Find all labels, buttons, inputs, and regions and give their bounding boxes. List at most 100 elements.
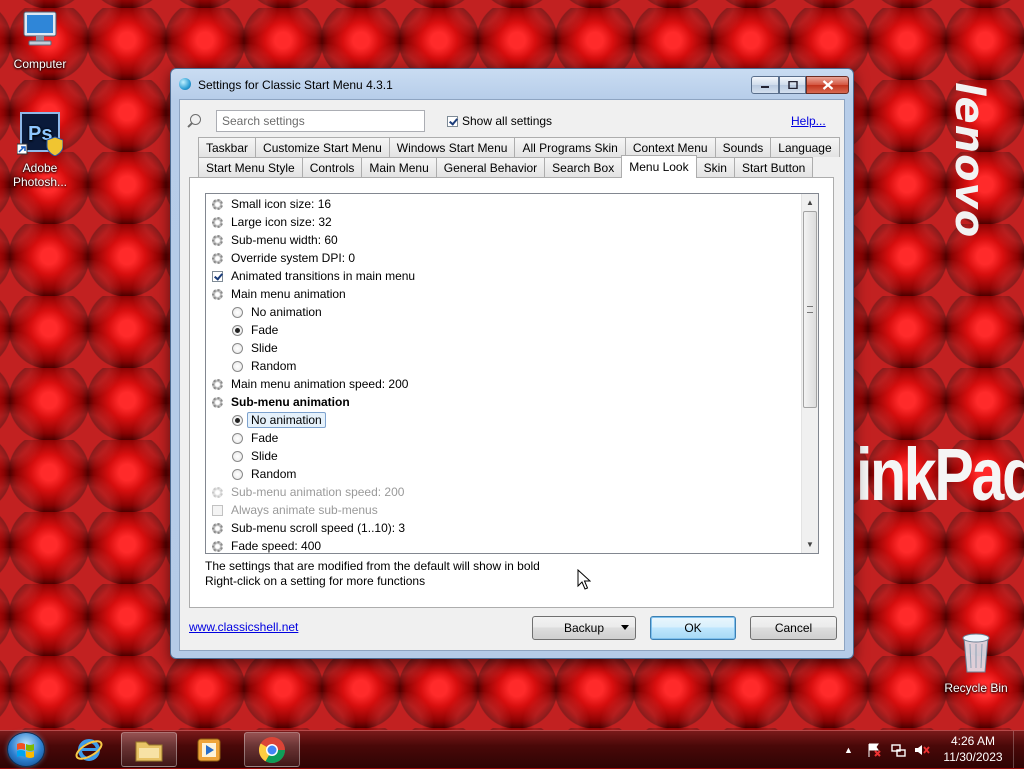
radio-option[interactable]: Slide — [230, 447, 278, 465]
mouse-cursor-icon — [577, 569, 591, 590]
setting-icon-slot — [230, 323, 244, 337]
tab-all-programs-skin[interactable]: All Programs Skin — [514, 137, 626, 157]
gear-icon — [211, 486, 223, 498]
show-desktop-button[interactable] — [1013, 731, 1024, 768]
radio-option[interactable]: Fade — [230, 321, 278, 339]
setting-item[interactable]: Fade speed: 400 — [210, 537, 322, 553]
radio-option[interactable]: No animation — [230, 303, 322, 321]
close-button[interactable] — [806, 76, 849, 94]
setting-item[interactable]: Main menu animation speed: 200 — [210, 375, 408, 393]
scroll-up-arrow-icon[interactable]: ▲ — [802, 194, 818, 211]
radio-option[interactable]: No animation — [230, 411, 326, 429]
classicshell-website-link[interactable]: www.classicshell.net — [189, 620, 298, 634]
tab-start-menu-style[interactable]: Start Menu Style — [198, 157, 303, 177]
taskbar-windows-explorer[interactable] — [121, 732, 177, 767]
taskbar-chrome[interactable] — [244, 732, 300, 767]
setting-icon-slot — [210, 503, 224, 517]
setting-icon-slot — [230, 305, 244, 319]
setting-label: Sub-menu width: 60 — [231, 233, 338, 247]
setting-icon-slot — [230, 413, 244, 427]
setting-item[interactable]: Small icon size: 16 — [210, 195, 331, 213]
clock-date: 11/30/2023 — [943, 750, 1003, 764]
tab-start-button[interactable]: Start Button — [733, 157, 814, 177]
setting-item[interactable]: Sub-menu width: 60 — [210, 231, 338, 249]
show-all-settings-checkbox[interactable]: Show all settings — [447, 114, 552, 128]
desktop-icon-photoshop[interactable]: Ps Adobe Photosh... — [0, 110, 80, 189]
tab-main-menu[interactable]: Main Menu — [361, 157, 437, 177]
backup-button[interactable]: Backup — [532, 616, 636, 640]
radio-option[interactable]: Fade — [230, 429, 278, 447]
tab-menu-look[interactable]: Menu Look — [621, 155, 697, 178]
gear-icon — [211, 198, 223, 210]
setting-label: Slide — [251, 449, 278, 463]
desktop-icon-recycle-bin[interactable]: Recycle Bin — [936, 630, 1016, 695]
tab-context-menu[interactable]: Context Menu — [624, 137, 716, 157]
right-click-hint-text: Right-click on a setting for more functi… — [205, 574, 426, 588]
setting-label: No animation — [247, 412, 326, 428]
setting-icon-slot — [210, 197, 224, 211]
setting-icon-slot — [210, 485, 224, 499]
setting-label: No animation — [251, 305, 322, 319]
checkbox-setting[interactable]: Animated transitions in main menu — [210, 267, 415, 285]
start-button[interactable] — [8, 733, 44, 766]
tab-taskbar[interactable]: Taskbar — [198, 137, 257, 157]
gear-icon — [211, 216, 223, 228]
folder-icon — [135, 741, 163, 761]
scroll-thumb[interactable] — [803, 211, 817, 408]
minimize-button[interactable] — [751, 76, 779, 94]
taskbar-internet-explorer[interactable] — [61, 732, 117, 767]
tab-customize-start-menu[interactable]: Customize Start Menu — [255, 137, 390, 157]
setting-icon-slot — [230, 431, 244, 445]
setting-item[interactable]: Large icon size: 32 — [210, 213, 332, 231]
taskbar: ▲ 4:26 AM 11/30/2023 — [0, 730, 1024, 768]
radio-option[interactable]: Random — [230, 465, 296, 483]
scroll-down-arrow-icon[interactable]: ▼ — [802, 536, 818, 553]
windows-logo-icon — [17, 742, 34, 758]
help-link[interactable]: Help... — [791, 114, 826, 128]
gear-icon — [211, 522, 223, 534]
ok-button[interactable]: OK — [650, 616, 736, 640]
radio-option[interactable]: Slide — [230, 339, 278, 357]
window-title: Settings for Classic Start Menu 4.3.1 — [198, 78, 393, 92]
clock-time: 4:26 AM — [950, 734, 996, 748]
desktop-icon-computer[interactable]: Computer — [0, 8, 80, 71]
taskbar-media-player[interactable] — [181, 732, 237, 767]
tab-skin[interactable]: Skin — [695, 157, 735, 177]
show-all-settings-label: Show all settings — [462, 114, 553, 128]
desktop-icon-label: Recycle Bin — [944, 681, 1008, 695]
internet-explorer-icon — [75, 738, 103, 761]
setting-label: Sub-menu animation speed: 200 — [231, 485, 405, 499]
taskbar-clock[interactable]: 4:26 AM 11/30/2023 — [935, 733, 1011, 765]
checkbox-icon — [211, 270, 223, 282]
checkbox-box[interactable] — [447, 115, 458, 127]
show-hidden-icons-button[interactable]: ▲ — [844, 731, 853, 769]
setting-item[interactable]: Sub-menu animation — [210, 393, 350, 411]
radio-option[interactable]: Random — [230, 357, 296, 375]
tab-general-behavior[interactable]: General Behavior — [435, 157, 546, 177]
setting-label: Sub-menu scroll speed (1..10): 3 — [231, 521, 406, 535]
settings-scrollbar[interactable]: ▲ ▼ — [801, 194, 818, 553]
setting-label: Fade speed: 400 — [231, 539, 322, 553]
tab-windows-start-menu[interactable]: Windows Start Menu — [388, 137, 516, 157]
network-tray[interactable] — [891, 731, 907, 769]
setting-item[interactable]: Main menu animation — [210, 285, 346, 303]
setting-item[interactable]: Sub-menu scroll speed (1..10): 3 — [210, 519, 405, 537]
search-input[interactable] — [216, 110, 425, 132]
volume-tray[interactable] — [914, 731, 930, 769]
maximize-button[interactable] — [779, 76, 806, 94]
title-bar[interactable]: Settings for Classic Start Menu 4.3.1 — [171, 69, 853, 99]
tab-language[interactable]: Language — [770, 137, 840, 157]
checkbox-icon — [211, 504, 223, 516]
cancel-button[interactable]: Cancel — [750, 616, 837, 640]
settings-tree[interactable]: ▲ ▼ Small icon size: 16 Large icon size: … — [205, 193, 819, 554]
action-center-tray[interactable] — [866, 731, 882, 769]
tab-search-box[interactable]: Search Box — [544, 157, 623, 177]
close-icon — [822, 80, 833, 90]
setting-item[interactable]: Override system DPI: 0 — [210, 249, 355, 267]
desktop-icon-label: Adobe Photosh... — [12, 161, 68, 189]
tab-controls[interactable]: Controls — [301, 157, 363, 177]
gear-icon — [211, 252, 223, 264]
backup-button-label: Backup — [563, 621, 605, 635]
tab-sounds[interactable]: Sounds — [714, 137, 772, 157]
setting-label: Fade — [251, 431, 279, 445]
